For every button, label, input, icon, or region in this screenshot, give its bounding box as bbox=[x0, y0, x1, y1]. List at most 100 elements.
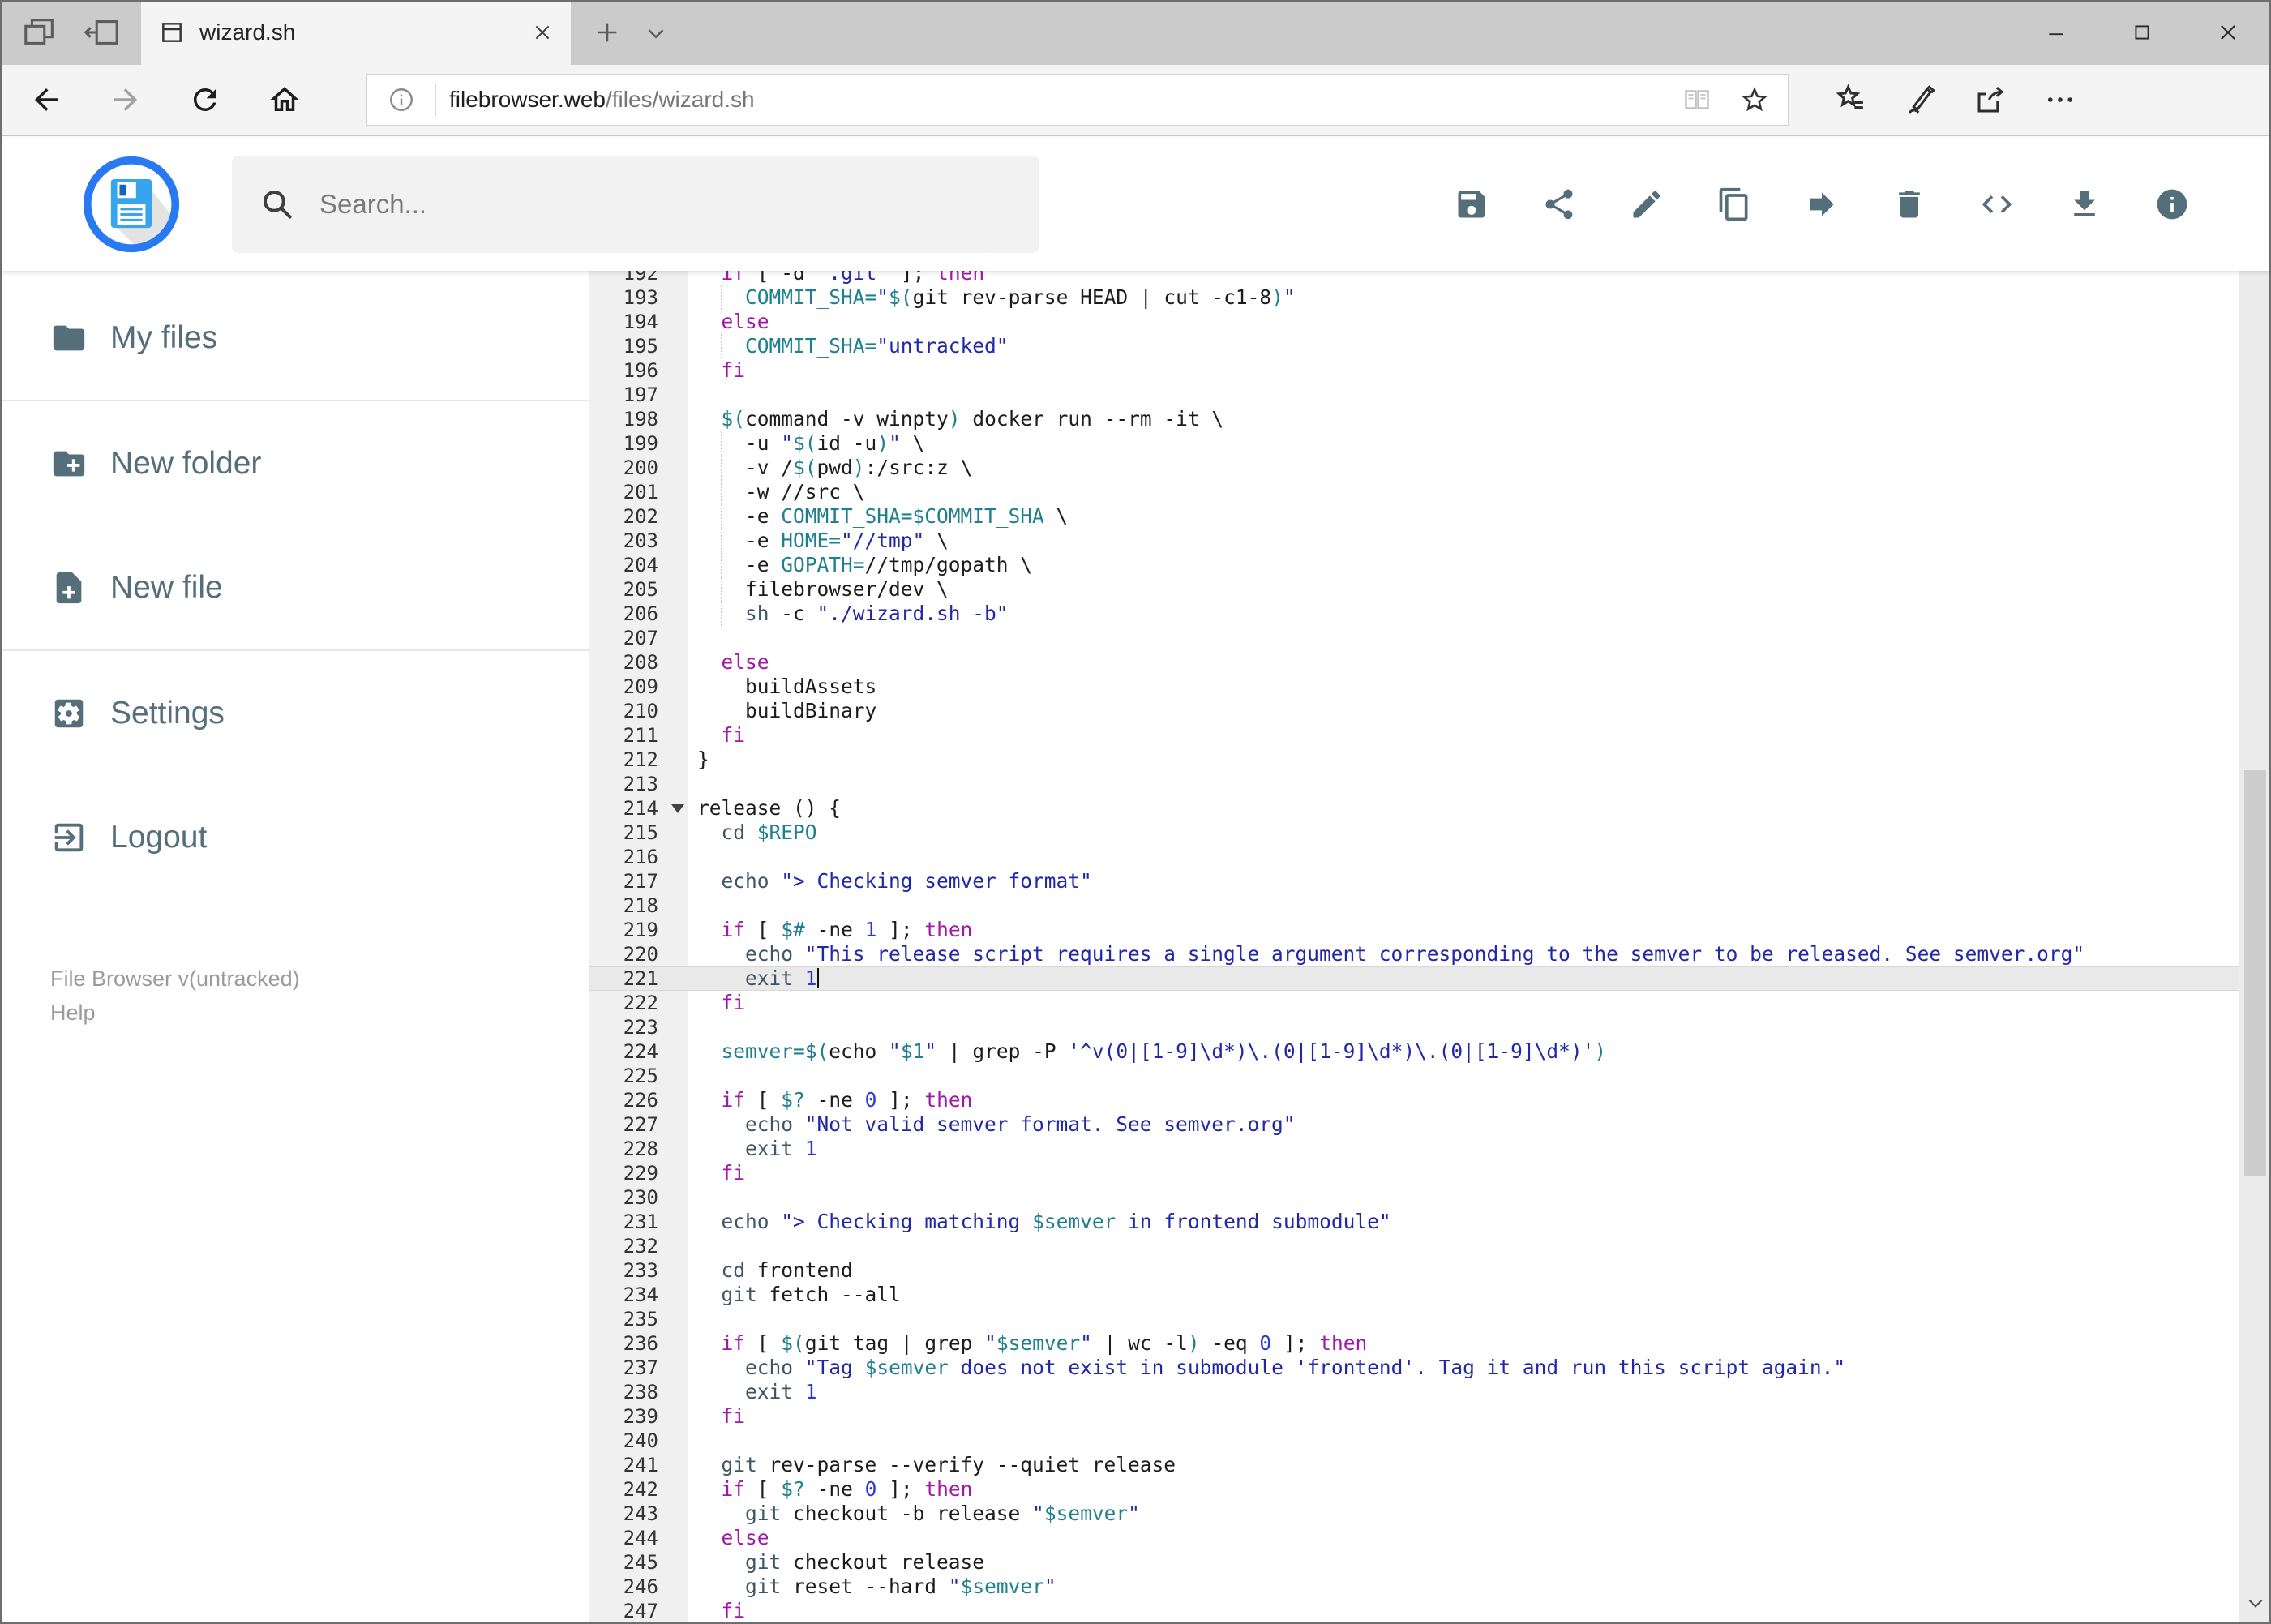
tab-list-chevron-icon[interactable] bbox=[642, 19, 670, 46]
code-line[interactable]: 192 if [ -d ".git" ]; then bbox=[589, 271, 2239, 285]
sidebar-item-my-files[interactable]: My files bbox=[0, 276, 589, 400]
code-line[interactable]: 226 if [ $? -ne 0 ]; then bbox=[589, 1088, 2239, 1112]
code-line[interactable]: 208 else bbox=[589, 650, 2239, 675]
raw-code-button[interactable] bbox=[1979, 186, 2015, 222]
sidebar-item-new-file[interactable]: New file bbox=[0, 525, 589, 649]
delete-button[interactable] bbox=[1892, 186, 1927, 222]
code-line[interactable]: 247 fi bbox=[589, 1599, 2239, 1623]
sidebar-item-logout[interactable]: Logout bbox=[0, 775, 589, 899]
fold-arrow-icon[interactable] bbox=[671, 804, 684, 813]
address-bar[interactable]: filebrowser.web/files/wizard.sh bbox=[366, 74, 1789, 126]
scrollbar-thumb[interactable] bbox=[2244, 770, 2266, 1176]
code-line[interactable]: 200 -v /$(pwd):/src:z \ bbox=[589, 456, 2239, 480]
code-line[interactable]: 195 COMMIT_SHA="untracked" bbox=[589, 334, 2239, 358]
code-line[interactable]: 197 bbox=[589, 383, 2239, 407]
site-info-icon[interactable] bbox=[367, 86, 435, 114]
code-line[interactable]: 203 -e HOME="//tmp" \ bbox=[589, 529, 2239, 553]
code-line[interactable]: 221 exit 1 bbox=[589, 966, 2239, 991]
code-line[interactable]: 224 semver=$(echo "$1" | grep -P '^v(0|[… bbox=[589, 1039, 2239, 1064]
code-line[interactable]: 193 COMMIT_SHA="$(git rev-parse HEAD | c… bbox=[589, 285, 2239, 310]
code-line[interactable]: 232 bbox=[589, 1234, 2239, 1258]
code-line[interactable]: 206 sh -c "./wizard.sh -b" bbox=[589, 602, 2239, 626]
info-button[interactable] bbox=[2154, 186, 2190, 222]
window-minimize-button[interactable] bbox=[2013, 0, 2099, 65]
code-line[interactable]: 212} bbox=[589, 748, 2239, 772]
forward-icon[interactable] bbox=[86, 65, 165, 135]
favorites-hub-icon[interactable] bbox=[1834, 83, 1868, 117]
download-button[interactable] bbox=[2067, 186, 2102, 222]
code-line[interactable]: 207 bbox=[589, 626, 2239, 650]
code-line[interactable]: 215 cd $REPO bbox=[589, 821, 2239, 845]
code-line[interactable]: 216 bbox=[589, 845, 2239, 869]
code-editor[interactable]: 192 if [ -d ".git" ]; then 193 COMMIT_SHA… bbox=[589, 271, 2239, 1624]
refresh-icon[interactable] bbox=[165, 65, 245, 135]
window-maximize-button[interactable] bbox=[2099, 0, 2185, 65]
code-line[interactable]: 214 release () { bbox=[589, 796, 2239, 821]
page-scrollbar[interactable] bbox=[2239, 138, 2271, 1624]
code-line[interactable]: 223 bbox=[589, 1015, 2239, 1039]
code-line[interactable]: 227 echo "Not valid semver format. See s… bbox=[589, 1112, 2239, 1137]
code-line[interactable]: 199 -u "$(id -u)" \ bbox=[589, 431, 2239, 456]
favorite-star-icon[interactable] bbox=[1739, 84, 1770, 115]
code-line[interactable]: 196 fi bbox=[589, 358, 2239, 383]
code-line[interactable]: 211 fi bbox=[589, 723, 2239, 748]
code-line[interactable]: 234 git fetch --all bbox=[589, 1283, 2239, 1307]
code-line[interactable]: 238 exit 1 bbox=[589, 1380, 2239, 1404]
code-line[interactable]: 229 fi bbox=[589, 1161, 2239, 1185]
new-tab-icon[interactable] bbox=[593, 19, 621, 46]
sidebar-item-settings[interactable]: Settings bbox=[0, 651, 589, 775]
tab-close-icon[interactable] bbox=[532, 22, 553, 43]
reading-view-icon[interactable] bbox=[1682, 85, 1712, 114]
code-line[interactable]: 237 echo "Tag $semver does not exist in … bbox=[589, 1356, 2239, 1380]
code-line[interactable]: 244 else bbox=[589, 1526, 2239, 1550]
code-line[interactable]: 246 git reset --hard "$semver" bbox=[589, 1575, 2239, 1599]
code-line[interactable]: 213 bbox=[589, 772, 2239, 796]
sidebar-item-new-folder[interactable]: New folder bbox=[0, 401, 589, 525]
share-button[interactable] bbox=[1541, 186, 1577, 222]
filebrowser-logo[interactable] bbox=[81, 154, 182, 255]
code-line[interactable]: 194 else bbox=[589, 310, 2239, 334]
search-box[interactable] bbox=[232, 156, 1039, 253]
code-line[interactable]: 245 git checkout release bbox=[589, 1550, 2239, 1575]
code-line[interactable]: 242 if [ $? -ne 0 ]; then bbox=[589, 1477, 2239, 1502]
code-line[interactable]: 230 bbox=[589, 1185, 2239, 1210]
code-line[interactable]: 220 echo "This release script requires a… bbox=[589, 942, 2239, 966]
code-line[interactable]: 217 echo "> Checking semver format" bbox=[589, 869, 2239, 893]
browser-tab[interactable]: wizard.sh bbox=[141, 0, 571, 65]
code-line[interactable]: 239 fi bbox=[589, 1404, 2239, 1429]
code-line[interactable]: 202 -e COMMIT_SHA=$COMMIT_SHA \ bbox=[589, 504, 2239, 529]
rename-button[interactable] bbox=[1629, 186, 1665, 222]
set-tabs-aside-icon[interactable] bbox=[83, 14, 120, 51]
window-close-button[interactable] bbox=[2185, 0, 2271, 65]
code-line[interactable]: 201 -w //src \ bbox=[589, 480, 2239, 504]
code-line[interactable]: 241 git rev-parse --verify --quiet relea… bbox=[589, 1453, 2239, 1477]
help-link[interactable]: Help bbox=[50, 996, 300, 1030]
code-line[interactable]: 240 bbox=[589, 1429, 2239, 1453]
move-button[interactable] bbox=[1804, 186, 1840, 222]
code-line[interactable]: 219 if [ $# -ne 1 ]; then bbox=[589, 918, 2239, 942]
scroll-down-icon[interactable] bbox=[2239, 1587, 2271, 1619]
code-line[interactable]: 228 exit 1 bbox=[589, 1137, 2239, 1161]
code-line[interactable]: 225 bbox=[589, 1064, 2239, 1088]
code-line[interactable]: 205 filebrowser/dev \ bbox=[589, 577, 2239, 602]
code-line[interactable]: 231 echo "> Checking matching $semver in… bbox=[589, 1210, 2239, 1234]
code-line[interactable]: 198 $(command -v winpty) docker run --rm… bbox=[589, 407, 2239, 431]
share-page-icon[interactable] bbox=[1973, 83, 2007, 117]
code-line[interactable]: 210 buildBinary bbox=[589, 699, 2239, 723]
copy-button[interactable] bbox=[1716, 186, 1752, 222]
home-icon[interactable] bbox=[245, 65, 324, 135]
search-input[interactable] bbox=[318, 188, 1012, 221]
code-line[interactable]: 236 if [ $(git tag | grep "$semver" | wc… bbox=[589, 1331, 2239, 1356]
code-line[interactable]: 235 bbox=[589, 1307, 2239, 1331]
more-options-icon[interactable] bbox=[2043, 83, 2077, 117]
code-line[interactable]: 233 cd frontend bbox=[589, 1258, 2239, 1283]
code-line[interactable]: 209 buildAssets bbox=[589, 675, 2239, 699]
web-note-pen-icon[interactable] bbox=[1904, 83, 1938, 117]
tab-preview-icon[interactable] bbox=[21, 14, 58, 51]
code-line[interactable]: 243 git checkout -b release "$semver" bbox=[589, 1502, 2239, 1526]
code-line[interactable]: 204 -e GOPATH=//tmp/gopath \ bbox=[589, 553, 2239, 577]
code-line[interactable]: 218 bbox=[589, 893, 2239, 918]
code-line[interactable]: 222 fi bbox=[589, 991, 2239, 1015]
back-icon[interactable] bbox=[6, 65, 86, 135]
save-button[interactable] bbox=[1454, 186, 1489, 222]
